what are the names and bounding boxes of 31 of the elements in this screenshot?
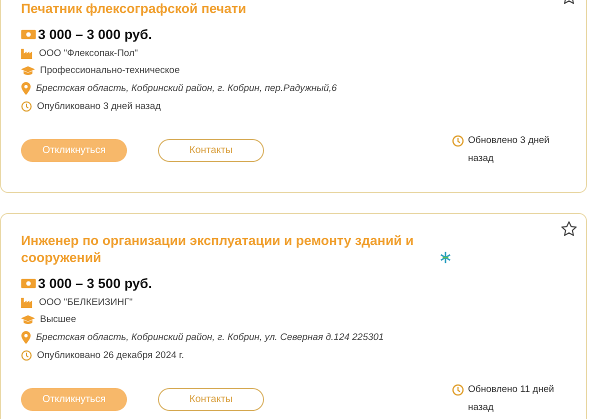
star-icon[interactable]	[560, 220, 578, 238]
vacancy-title[interactable]: Инженер по организации эксплуатации и ремонту зданий и сооружений	[21, 232, 433, 266]
education-text: Профессионально-техническое	[40, 65, 180, 76]
vacancy-title[interactable]: Печатник флексографской печати	[21, 0, 246, 17]
factory-icon	[21, 48, 34, 59]
location-pin-icon	[21, 82, 31, 95]
published-date: Опубликовано 26 декабря 2024 г.	[37, 350, 184, 361]
education-text: Высшее	[40, 314, 76, 325]
contacts-button[interactable]: Контакты	[158, 139, 264, 162]
salary-text: 3 000 – 3 500 руб.	[38, 276, 152, 291]
updated-text: Обновлено 3 дней назад	[468, 134, 550, 166]
respond-button[interactable]: Откликнуться	[21, 139, 127, 162]
published-date: Опубликовано 3 дней назад	[37, 101, 161, 112]
salary-text: 3 000 – 3 000 руб.	[38, 27, 152, 42]
graduation-cap-icon	[21, 66, 35, 76]
money-icon	[21, 29, 36, 40]
respond-button[interactable]: Откликнуться	[21, 388, 127, 411]
graduation-cap-icon	[21, 314, 35, 324]
factory-icon	[21, 297, 34, 308]
company-name: ООО "Флексопак-Пол"	[39, 48, 138, 59]
location-pin-icon	[21, 331, 31, 344]
money-icon	[21, 278, 36, 289]
clock-icon	[452, 135, 464, 147]
contacts-button[interactable]: Контакты	[158, 388, 264, 411]
clock-icon	[452, 384, 464, 396]
company-name: ООО "БЕЛКЕИЗИНГ"	[39, 297, 133, 308]
clock-icon	[21, 350, 32, 361]
clock-icon	[21, 101, 32, 112]
location-text: Брестская область, Кобринский район, г. Кобрин, пер.Радужный,6	[36, 83, 337, 94]
updated-text: Обновлено 11 дней назад	[468, 383, 556, 415]
location-text: Брестская область, Кобринский район, г. Кобрин, ул. Северная д.124 225301	[36, 332, 384, 343]
